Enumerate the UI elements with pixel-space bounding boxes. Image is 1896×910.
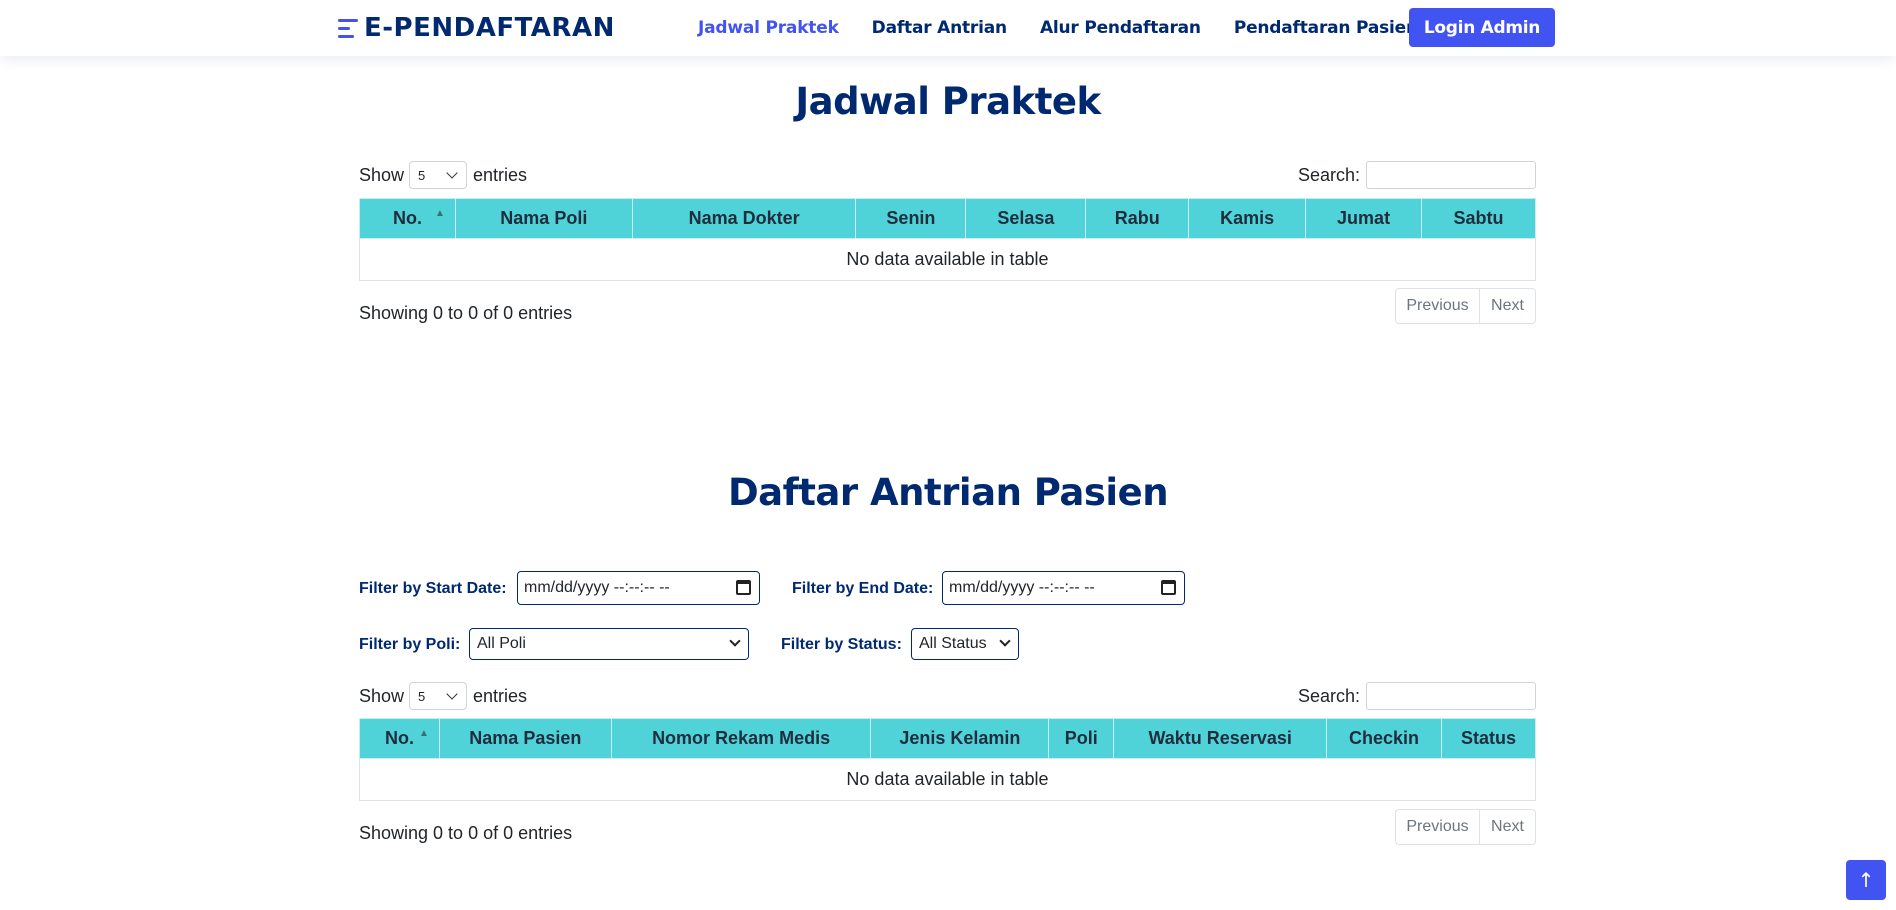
col-kamis[interactable]: Kamis	[1188, 198, 1307, 239]
chevron-down-icon	[446, 167, 458, 179]
col-nama-poli[interactable]: Nama Poli	[454, 198, 633, 239]
col-label: No.	[384, 728, 414, 748]
col-nama-pasien[interactable]: Nama Pasien	[438, 718, 612, 759]
brand-name: E-PENDAFTARAN	[364, 13, 615, 43]
table-row: No data available in table	[359, 758, 1536, 801]
entries-label: entries	[473, 685, 528, 706]
top-navbar: E-PENDAFTARAN Jadwal Praktek Daftar Antr…	[0, 0, 1896, 56]
queue-page-size-select[interactable]: 5	[409, 682, 468, 710]
schedule-table: No. ▲ Nama Poli Nama Dokter Senin Selasa …	[359, 198, 1536, 281]
chevron-down-icon	[729, 635, 741, 647]
previous-button[interactable]: Previous	[1395, 809, 1480, 845]
nav-pendaftaran-pasien[interactable]: Pendaftaran Pasien	[1234, 18, 1418, 38]
nav-daftar-antrian[interactable]: Daftar Antrian	[872, 18, 1007, 38]
arrow-up-icon: ↑	[1857, 868, 1875, 892]
status-filter-value: All Status	[919, 635, 987, 652]
col-poli[interactable]: Poli	[1048, 718, 1115, 759]
show-label: Show	[359, 164, 405, 185]
brand-logo[interactable]: E-PENDAFTARAN	[338, 10, 615, 46]
schedule-info: Showing 0 to 0 of 0 entries	[359, 303, 573, 323]
queue-info: Showing 0 to 0 of 0 entries	[359, 823, 573, 843]
chevron-down-icon	[446, 688, 458, 700]
table-header-row: No. ▲ Nama Pasien Nomor Rekam Medis Jenis…	[359, 718, 1536, 759]
col-status[interactable]: Status	[1441, 718, 1536, 759]
col-senin[interactable]: Senin	[855, 198, 967, 239]
col-rabu[interactable]: Rabu	[1085, 198, 1190, 239]
end-date-input[interactable]: mm/dd/yyyy --:--:-- --	[942, 571, 1185, 605]
main-nav: Jadwal Praktek Daftar Antrian Alur Penda…	[698, 0, 1451, 56]
nav-jadwal-praktek[interactable]: Jadwal Praktek	[698, 18, 839, 38]
next-button[interactable]: Next	[1480, 288, 1536, 324]
poli-filter-label: Filter by Poli:	[359, 636, 461, 653]
col-nama-dokter[interactable]: Nama Dokter	[631, 198, 857, 239]
calendar-icon[interactable]	[1161, 580, 1176, 595]
login-admin-button[interactable]: Login Admin	[1409, 8, 1555, 47]
search-label: Search:	[1297, 164, 1360, 185]
sort-ascending-icon: ▲	[419, 728, 429, 739]
schedule-page-size-select[interactable]: 5	[409, 161, 468, 189]
poli-filter-value: All Poli	[477, 635, 526, 652]
calendar-icon[interactable]	[736, 580, 751, 595]
table-row: No data available in table	[359, 238, 1536, 281]
queue-table: No. ▲ Nama Pasien Nomor Rekam Medis Jenis…	[359, 718, 1536, 801]
page-size-value: 5	[418, 688, 426, 704]
status-filter-label: Filter by Status:	[781, 636, 902, 653]
empty-message: No data available in table	[359, 238, 1536, 281]
end-date-label: Filter by End Date:	[792, 580, 934, 597]
col-nomor-rekam-medis[interactable]: Nomor Rekam Medis	[610, 718, 872, 759]
menu-lines-icon	[338, 15, 360, 41]
search-label: Search:	[1297, 685, 1360, 706]
end-date-value: mm/dd/yyyy --:--:-- --	[949, 579, 1095, 596]
col-no[interactable]: No. ▲	[359, 718, 440, 759]
entries-label: entries	[473, 164, 528, 185]
start-date-input[interactable]: mm/dd/yyyy --:--:-- --	[517, 571, 760, 605]
empty-message: No data available in table	[359, 758, 1536, 801]
next-button[interactable]: Next	[1480, 809, 1536, 845]
table-header-row: No. ▲ Nama Poli Nama Dokter Senin Selasa …	[359, 198, 1536, 239]
back-to-top-button[interactable]: ↑	[1846, 860, 1886, 900]
page-size-value: 5	[418, 167, 426, 183]
sort-ascending-icon: ▲	[435, 208, 445, 219]
schedule-search-input[interactable]	[1366, 161, 1536, 189]
schedule-pagination: Previous Next	[1395, 288, 1536, 324]
schedule-title: Jadwal Praktek	[795, 80, 1101, 123]
col-label: No.	[392, 208, 422, 228]
schedule-search: Search:	[1298, 161, 1536, 189]
chevron-down-icon	[999, 635, 1011, 647]
queue-title: Daftar Antrian Pasien	[727, 471, 1169, 514]
nav-alur-pendaftaran[interactable]: Alur Pendaftaran	[1040, 18, 1201, 38]
queue-length-control: Show 5 entries	[359, 682, 527, 710]
col-jenis-kelamin[interactable]: Jenis Kelamin	[870, 718, 1050, 759]
queue-search: Search:	[1298, 682, 1536, 710]
status-filter-select[interactable]: All Status	[911, 628, 1019, 660]
col-checkin[interactable]: Checkin	[1326, 718, 1442, 759]
col-sabtu[interactable]: Sabtu	[1421, 198, 1536, 239]
col-selasa[interactable]: Selasa	[965, 198, 1087, 239]
schedule-length-control: Show 5 entries	[359, 161, 527, 189]
queue-search-input[interactable]	[1366, 682, 1536, 710]
show-label: Show	[359, 685, 405, 706]
col-jumat[interactable]: Jumat	[1305, 198, 1423, 239]
col-waktu-reservasi[interactable]: Waktu Reservasi	[1113, 718, 1328, 759]
start-date-label: Filter by Start Date:	[359, 580, 507, 597]
queue-pagination: Previous Next	[1395, 809, 1536, 845]
start-date-value: mm/dd/yyyy --:--:-- --	[524, 579, 670, 596]
previous-button[interactable]: Previous	[1395, 288, 1480, 324]
col-no[interactable]: No. ▲	[359, 198, 456, 239]
poli-filter-select[interactable]: All Poli	[469, 628, 749, 660]
